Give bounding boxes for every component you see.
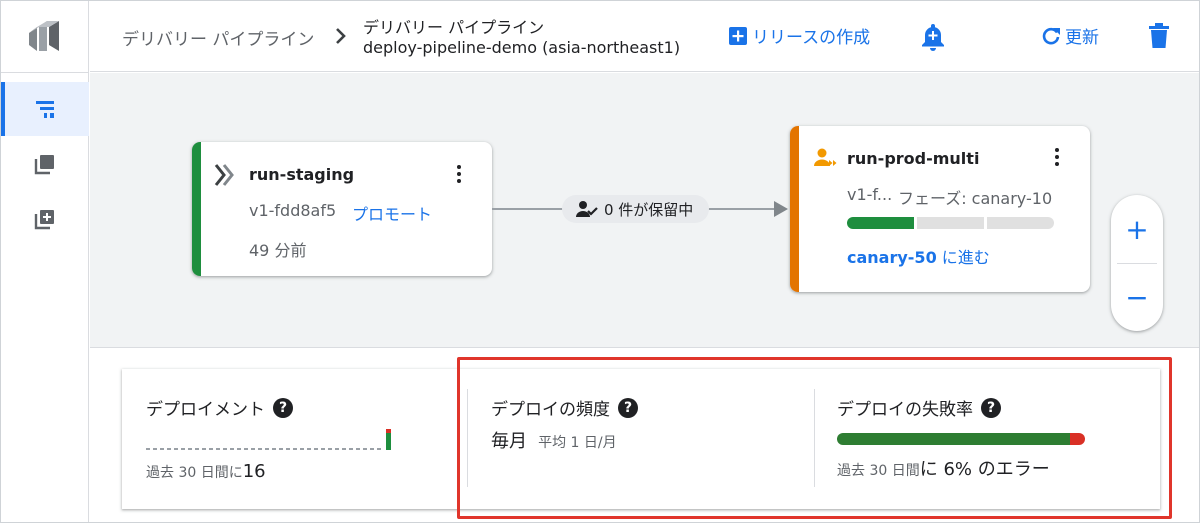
failure-footer: 過去 30 日間に 6% のエラー <box>837 455 1050 481</box>
add-to-queue-icon <box>34 210 54 230</box>
rail-divider <box>1 72 89 73</box>
rollout-phase-progress <box>847 217 1054 229</box>
target-card-run-staging[interactable]: run-staging v1-fdd8af5 プロモート 49 分前 <box>192 142 492 276</box>
advance-target: canary-50 <box>847 248 937 267</box>
target-name: run-prod-multi <box>847 149 980 168</box>
frequency-title-text: デプロイの頻度 <box>491 400 610 420</box>
target-card-run-prod-multi[interactable]: run-prod-multi v1-f... フェーズ: canary-10 c… <box>790 126 1090 292</box>
status-strip-in-progress <box>790 126 799 292</box>
phase-segment-complete <box>847 217 914 229</box>
person-pending-icon <box>814 148 837 166</box>
advance-suffix: に進む <box>936 248 990 267</box>
deployments-period: 過去 30 日間に <box>146 465 243 481</box>
pending-label: 0 件が保留中 <box>604 200 694 219</box>
app-frame: デリバリー パイプライン デリバリー パイプライン deploy-pipelin… <box>0 0 1200 523</box>
pipeline-icon <box>36 101 54 118</box>
release-id: v1-f... <box>847 185 893 204</box>
zoom-in-button[interactable]: + <box>1111 195 1163 263</box>
success-portion <box>837 433 1071 445</box>
add-box-icon <box>729 26 747 45</box>
deployed-age: 49 分前 <box>249 241 307 260</box>
refresh-label: 更新 <box>1065 28 1099 48</box>
target-run-icon <box>214 164 234 186</box>
metric-divider <box>467 389 468 487</box>
failure-rate-title-text: デプロイの失敗率 <box>837 400 973 420</box>
frequency-average: 平均 1 日/月 <box>538 435 617 451</box>
pipeline-name: deploy-pipeline-demo (asia-northeast1) <box>363 38 681 57</box>
deployments-count: 16 <box>242 461 266 482</box>
pending-approvals-chip[interactable]: 0 件が保留中 <box>562 195 710 223</box>
nav-releases[interactable] <box>1 192 89 246</box>
target-name: run-staging <box>249 165 355 184</box>
status-strip-success <box>192 142 201 276</box>
phase-segment-pending <box>917 217 984 229</box>
pipeline-canvas: run-staging v1-fdd8af5 プロモート 49 分前 0 件が保… <box>90 73 1199 348</box>
more-vert-icon[interactable] <box>1054 148 1060 168</box>
refresh-button[interactable]: 更新 <box>1041 23 1099 48</box>
failure-portion <box>1070 433 1085 445</box>
failure-rate-title: デプロイの失敗率 ? <box>837 395 1001 420</box>
failure-rate-bar <box>837 433 1085 445</box>
nav-targets[interactable] <box>1 137 89 191</box>
breadcrumb-root-link[interactable]: デリバリー パイプライン <box>122 25 314 50</box>
help-icon[interactable]: ? <box>273 397 293 418</box>
nav-delivery-pipelines[interactable] <box>1 82 89 136</box>
stacked-layers-icon <box>34 155 54 175</box>
deployments-footer: 過去 30 日間に16 <box>146 461 266 482</box>
failure-period: 過去 30 日間 <box>837 463 920 479</box>
frequency-title: デプロイの頻度 ? <box>491 395 638 420</box>
zoom-out-button[interactable]: − <box>1111 263 1163 331</box>
chevron-right-icon <box>336 28 346 44</box>
deployments-title-text: デプロイメント <box>146 400 265 420</box>
metric-divider <box>814 389 815 487</box>
promote-link[interactable]: プロモート <box>352 201 432 225</box>
arrow-head-icon <box>774 201 788 217</box>
person-check-icon <box>576 201 598 217</box>
cloud-deploy-logo-icon <box>29 21 59 51</box>
help-icon[interactable]: ? <box>618 397 638 418</box>
refresh-icon <box>1042 27 1060 44</box>
frequency-value-row: 毎月 平均 1 日/月 <box>491 427 617 453</box>
advance-rollout-link[interactable]: canary-50 に進む <box>847 244 990 268</box>
more-vert-icon[interactable] <box>456 165 462 185</box>
add-alert-bell-icon[interactable] <box>920 22 946 52</box>
page-header: デリバリー パイプライン デリバリー パイプライン deploy-pipelin… <box>90 1 1199 72</box>
zoom-control: + − <box>1111 195 1163 331</box>
rollout-phase: フェーズ: canary-10 <box>898 189 1053 208</box>
failure-summary: に 6% のエラー <box>919 459 1050 480</box>
create-release-label: リリースの作成 <box>752 28 871 48</box>
breadcrumb-current-title: デリバリー パイプライン <box>363 18 545 37</box>
create-release-button[interactable]: リリースの作成 <box>728 23 870 48</box>
frequency-value: 毎月 <box>491 431 527 452</box>
release-id: v1-fdd8af5 <box>249 201 337 220</box>
deployments-title: デプロイメント ? <box>146 395 293 420</box>
phase-segment-pending <box>987 217 1054 229</box>
metrics-panel: デプロイメント ? 過去 30 日間に16 デプロイの頻度 ? 毎月 平均 1 … <box>122 369 1160 509</box>
left-nav-rail <box>1 1 89 522</box>
help-icon[interactable]: ? <box>981 397 1001 418</box>
delete-trash-icon[interactable] <box>1148 23 1170 49</box>
deployments-sparkline <box>146 429 391 450</box>
